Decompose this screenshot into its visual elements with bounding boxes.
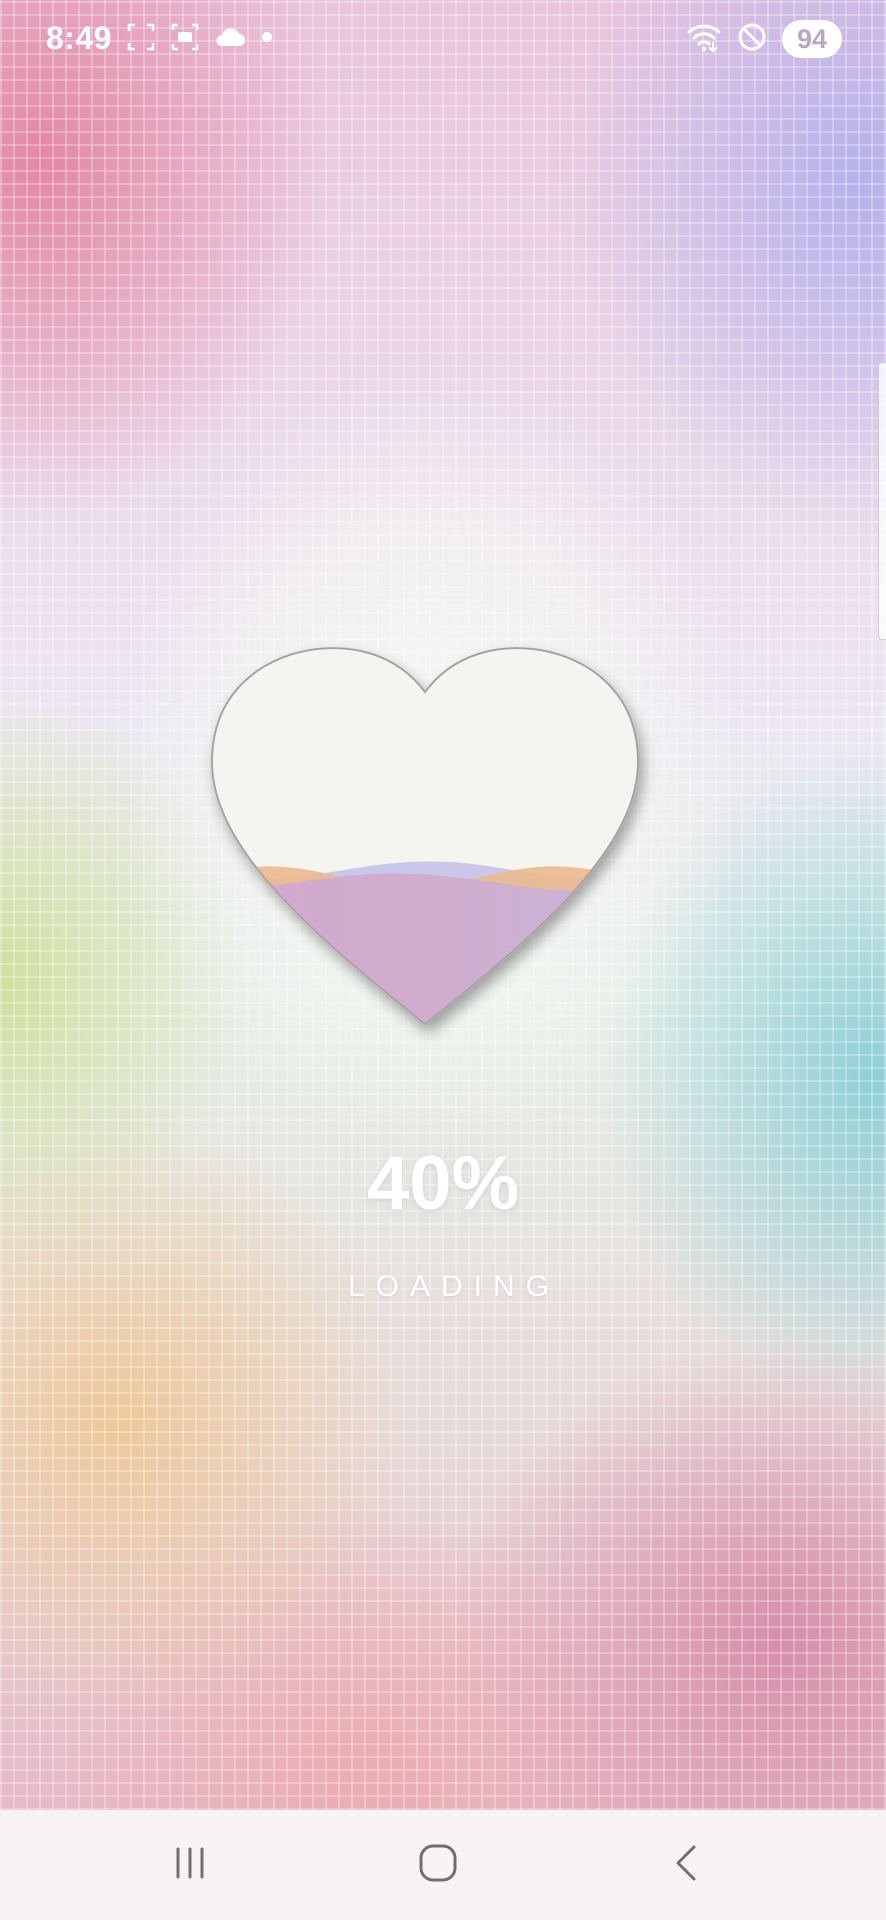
battery-level: 94 [782, 20, 842, 58]
back-button[interactable] [626, 1830, 746, 1900]
status-icons-left [126, 22, 274, 57]
status-time: 8:49 [46, 20, 113, 56]
screenshot-frame-icon [126, 22, 156, 57]
back-icon [668, 1843, 704, 1888]
screen-capture-icon [170, 22, 200, 57]
recent-apps-icon [170, 1843, 210, 1888]
do-not-disturb-icon [736, 21, 768, 58]
progress-percent: 40% [366, 1141, 520, 1226]
wifi-icon [686, 21, 722, 58]
home-icon [417, 1842, 459, 1889]
home-button[interactable] [378, 1830, 498, 1900]
recent-apps-button[interactable] [130, 1830, 250, 1900]
status-bar: 8:49 94 [0, 0, 886, 80]
navigation-bar [0, 1810, 886, 1920]
cloud-icon [214, 25, 246, 54]
status-icons-right: 94 [686, 20, 842, 58]
notification-dot-icon [260, 30, 274, 49]
heart-graphic [210, 647, 640, 1026]
heart-loader [200, 632, 650, 1052]
loading-label: LOADING [347, 1270, 561, 1303]
edge-panel-handle[interactable] [878, 362, 886, 640]
